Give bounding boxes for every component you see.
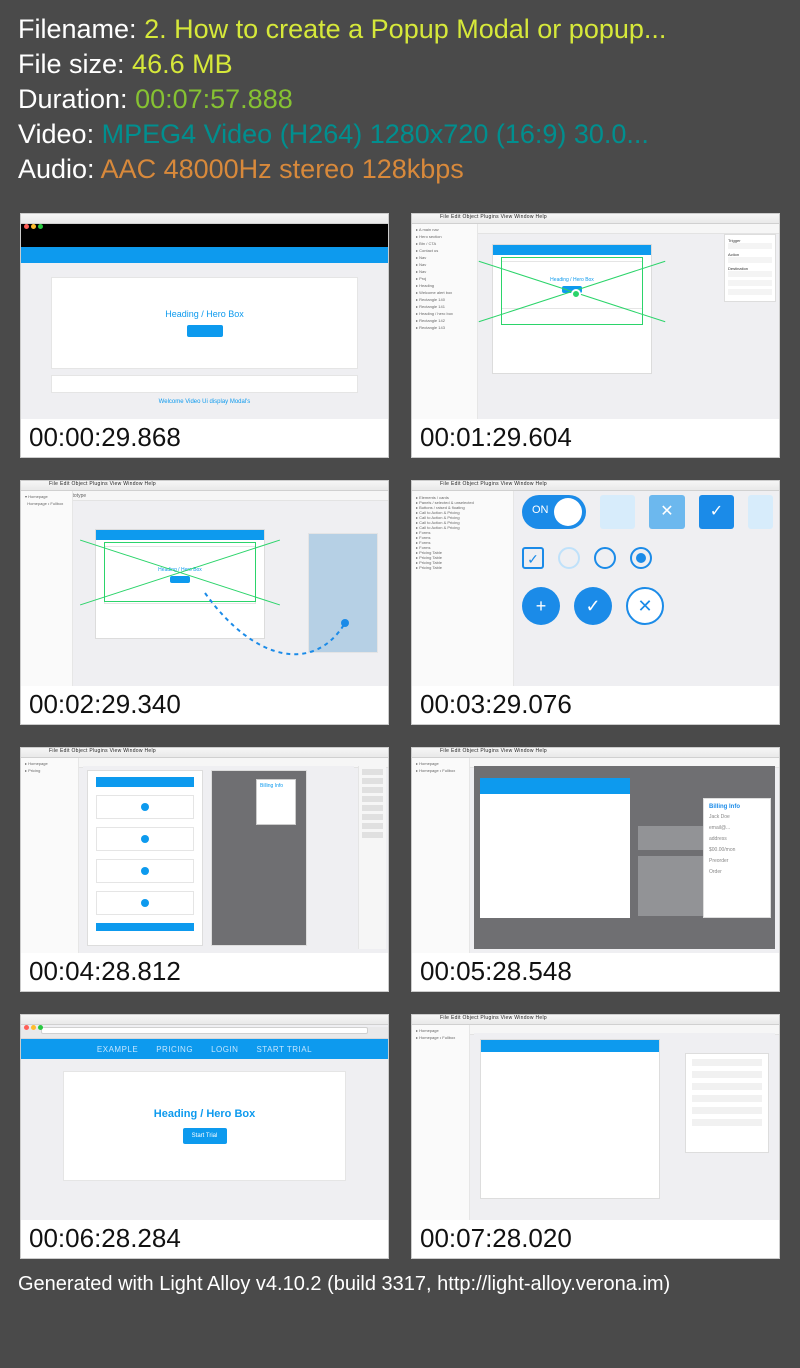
prototype-wire [195, 583, 355, 683]
nav-bar: EXAMPLEPRICING LOGINSTART TRIAL [21, 1039, 388, 1059]
generator-footer: Generated with Light Alloy v4.10.2 (buil… [0, 1267, 800, 1310]
file-meta: Filename: 2. How to create a Popup Modal… [0, 0, 800, 191]
filename-value: 2. How to create a Popup Modal or popup.… [144, 14, 666, 44]
layers-panel: ▾ Homepage Homepage • Fullbox [21, 491, 73, 686]
video-value: MPEG4 Video (H264) 1280x720 (16:9) 30.0.… [102, 119, 649, 149]
thumb-8-preview: File Edit Object Plugins View Window Hel… [412, 1015, 779, 1220]
thumb-4-preview: File Edit Object Plugins View Window Hel… [412, 481, 779, 686]
thumb-6-timestamp: 00:05:28.548 [412, 953, 779, 991]
thumb-2-preview: File Edit Object Plugins View Window Hel… [412, 214, 779, 419]
filesize-value: 46.6 MB [132, 49, 233, 79]
layers-panel: ▸ Homepage▸ Homepage • Fullbox [412, 1025, 470, 1220]
audio-label: Audio: [18, 154, 95, 184]
square-check-icon [699, 495, 734, 529]
audio-value: AAC 48000Hz stereo 128kbps [101, 154, 464, 184]
square-x-icon [649, 495, 684, 529]
thumb-3[interactable]: File Edit Object Plugins View Window Hel… [20, 480, 389, 725]
layers-panel: ▸ Elements / cards▸ Panels / selected & … [412, 491, 514, 686]
interaction-panel: Trigger Action Destination [724, 234, 776, 302]
duration-value: 00:07:57.888 [135, 84, 293, 114]
thumb-3-timestamp: 00:02:29.340 [21, 686, 388, 724]
layers-panel: ▸ A main nav▸ Hero section▸ Btn / CTA▸ C… [412, 224, 478, 419]
checkbox-checked-icon: ✓ [522, 547, 544, 569]
thumb-2-timestamp: 00:01:29.604 [412, 419, 779, 457]
square-blank [748, 495, 773, 529]
thumb-8-timestamp: 00:07:28.020 [412, 1220, 779, 1258]
plus-circle-icon: + [522, 587, 560, 625]
thumb-7[interactable]: EXAMPLEPRICING LOGINSTART TRIAL Heading … [20, 1014, 389, 1259]
hero-card: Heading / Hero Box [51, 277, 358, 369]
thumb-6-preview: File Edit Object Plugins View Window Hel… [412, 748, 779, 953]
hero-title: Heading / Hero Box [165, 309, 244, 319]
radio-empty-icon [594, 547, 616, 569]
thumb-3-preview: File Edit Object Plugins View Window Hel… [21, 481, 388, 686]
layers-panel: ▸ Homepage▸ Homepage • Fullbox [412, 758, 470, 953]
layers-panel: ▸ Homepage▸ Pricing [21, 758, 79, 953]
thumb-2[interactable]: File Edit Object Plugins View Window Hel… [411, 213, 780, 458]
nav-bar [21, 247, 388, 263]
hero-cta-button [187, 325, 223, 337]
thumb-1-timestamp: 00:00:29.868 [21, 419, 388, 457]
radio-empty-light-icon [558, 547, 580, 569]
thumb-7-timestamp: 00:06:28.284 [21, 1220, 388, 1258]
thumb-5-preview: File Edit Object Plugins View Window Hel… [21, 748, 388, 953]
filename-label: Filename: [18, 14, 137, 44]
hero-cta-button: Start Trial [183, 1128, 227, 1144]
square-light [600, 495, 635, 529]
thumb-7-preview: EXAMPLEPRICING LOGINSTART TRIAL Heading … [21, 1015, 388, 1220]
thumb-1[interactable]: Heading / Hero Box Welcome Video Ui disp… [20, 213, 389, 458]
thumb-4[interactable]: File Edit Object Plugins View Window Hel… [411, 480, 780, 725]
thumb-8[interactable]: File Edit Object Plugins View Window Hel… [411, 1014, 780, 1259]
thumbnail-grid: Heading / Hero Box Welcome Video Ui disp… [0, 191, 800, 1267]
thumb-5[interactable]: File Edit Object Plugins View Window Hel… [20, 747, 389, 992]
hero-card: Heading / Hero Box Start Trial [63, 1071, 346, 1181]
address-bar [41, 1027, 368, 1034]
billing-modal: Billing Info Jack Doe email@... address … [703, 798, 771, 918]
preview-caption: Welcome Video Ui display Modal's [21, 399, 388, 405]
app-menu: File Edit Object Plugins View Window Hel… [440, 214, 547, 220]
thumb-6[interactable]: File Edit Object Plugins View Window Hel… [411, 747, 780, 992]
side-modal [685, 1053, 769, 1153]
check-circle-icon: ✓ [574, 587, 612, 625]
close-circle-icon: ✕ [626, 587, 664, 625]
properties-panel [358, 766, 386, 949]
video-label: Video: [18, 119, 94, 149]
thumb-1-preview: Heading / Hero Box Welcome Video Ui disp… [21, 214, 388, 419]
thumb-4-timestamp: 00:03:29.076 [412, 686, 779, 724]
hero-title: Heading / Hero Box [154, 1108, 255, 1120]
filesize-label: File size: [18, 49, 125, 79]
toggle-on: ON [522, 495, 586, 529]
thumb-5-timestamp: 00:04:28.812 [21, 953, 388, 991]
duration-label: Duration: [18, 84, 128, 114]
radio-filled-icon [630, 547, 652, 569]
